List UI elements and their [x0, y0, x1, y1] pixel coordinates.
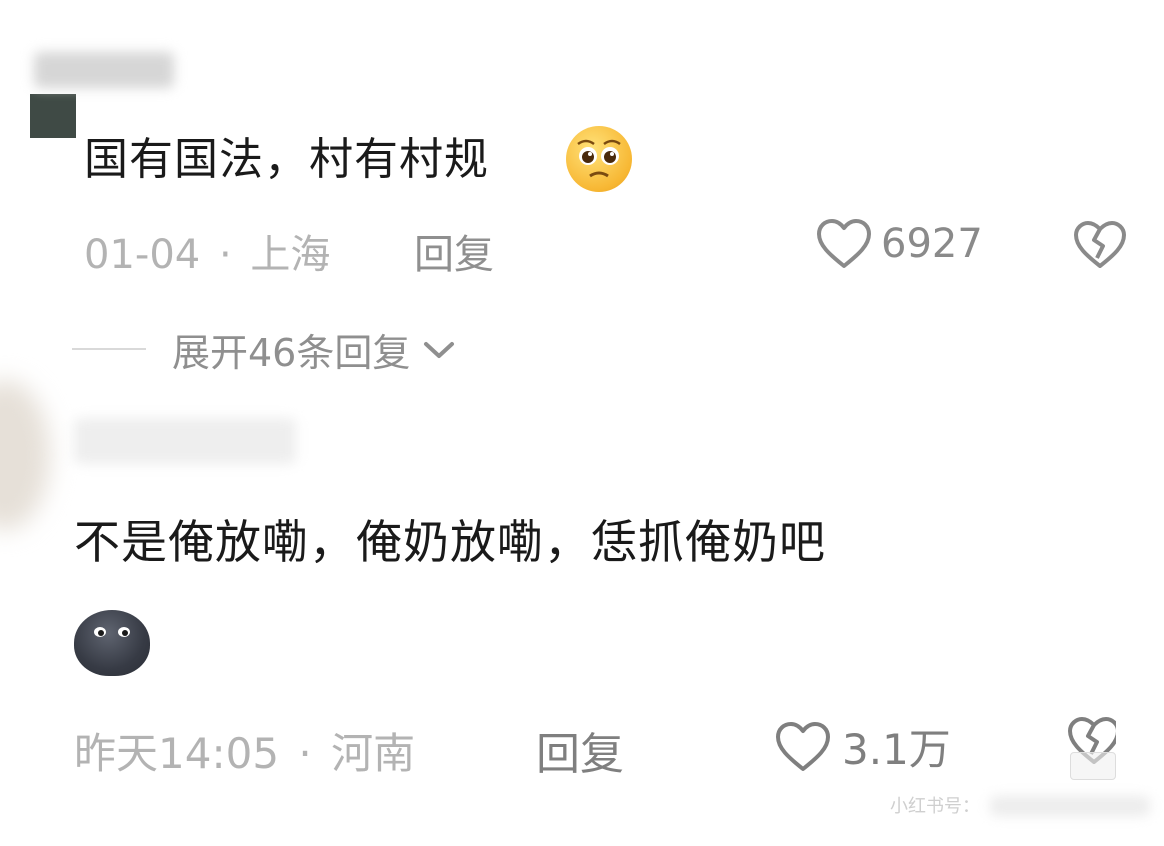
- watermark-logo: [1070, 752, 1116, 780]
- watermark-id-blurred: [990, 796, 1150, 816]
- comment-text: 不是俺放嘞，俺奶放嘞，恁抓俺奶吧: [74, 515, 826, 569]
- avatar[interactable]: [0, 380, 50, 530]
- pleading-face-icon: [566, 126, 632, 192]
- username-blurred[interactable]: [74, 418, 296, 464]
- comment-date: 01-04: [84, 232, 201, 278]
- heart-icon: [815, 218, 873, 270]
- like-count: 3.1万: [842, 725, 951, 774]
- like-button[interactable]: 6927: [815, 218, 983, 270]
- chevron-down-icon: [422, 338, 456, 362]
- meta-separator: ·: [298, 729, 312, 778]
- avatar[interactable]: [30, 94, 76, 138]
- like-button[interactable]: 3.1万: [774, 716, 951, 777]
- expand-replies-button[interactable]: 展开46条回复: [172, 322, 456, 377]
- reply-button[interactable]: 回复: [414, 222, 494, 280]
- comment-meta: 01-04 · 上海: [84, 222, 330, 280]
- comment-meta: 昨天14:05 · 河南: [74, 720, 415, 781]
- heart-icon: [774, 721, 832, 773]
- comment-text: 国有国法，村有村规: [84, 134, 489, 185]
- dislike-button[interactable]: [1072, 220, 1128, 270]
- dark-blob-emoji-icon: [74, 610, 150, 676]
- watermark-text: 小红书号：: [890, 796, 980, 817]
- meta-separator: ·: [218, 232, 232, 278]
- broken-heart-icon: [1072, 220, 1128, 270]
- reply-button[interactable]: 回复: [536, 718, 624, 782]
- comment-date: 昨天14:05: [74, 729, 280, 778]
- like-count: 6927: [881, 221, 983, 267]
- comment-location: 上海: [250, 232, 331, 278]
- comment-location: 河南: [331, 729, 416, 778]
- expand-replies-label: 展开46条回复: [172, 331, 411, 375]
- username-blurred[interactable]: [34, 52, 174, 88]
- expand-divider: [72, 348, 146, 350]
